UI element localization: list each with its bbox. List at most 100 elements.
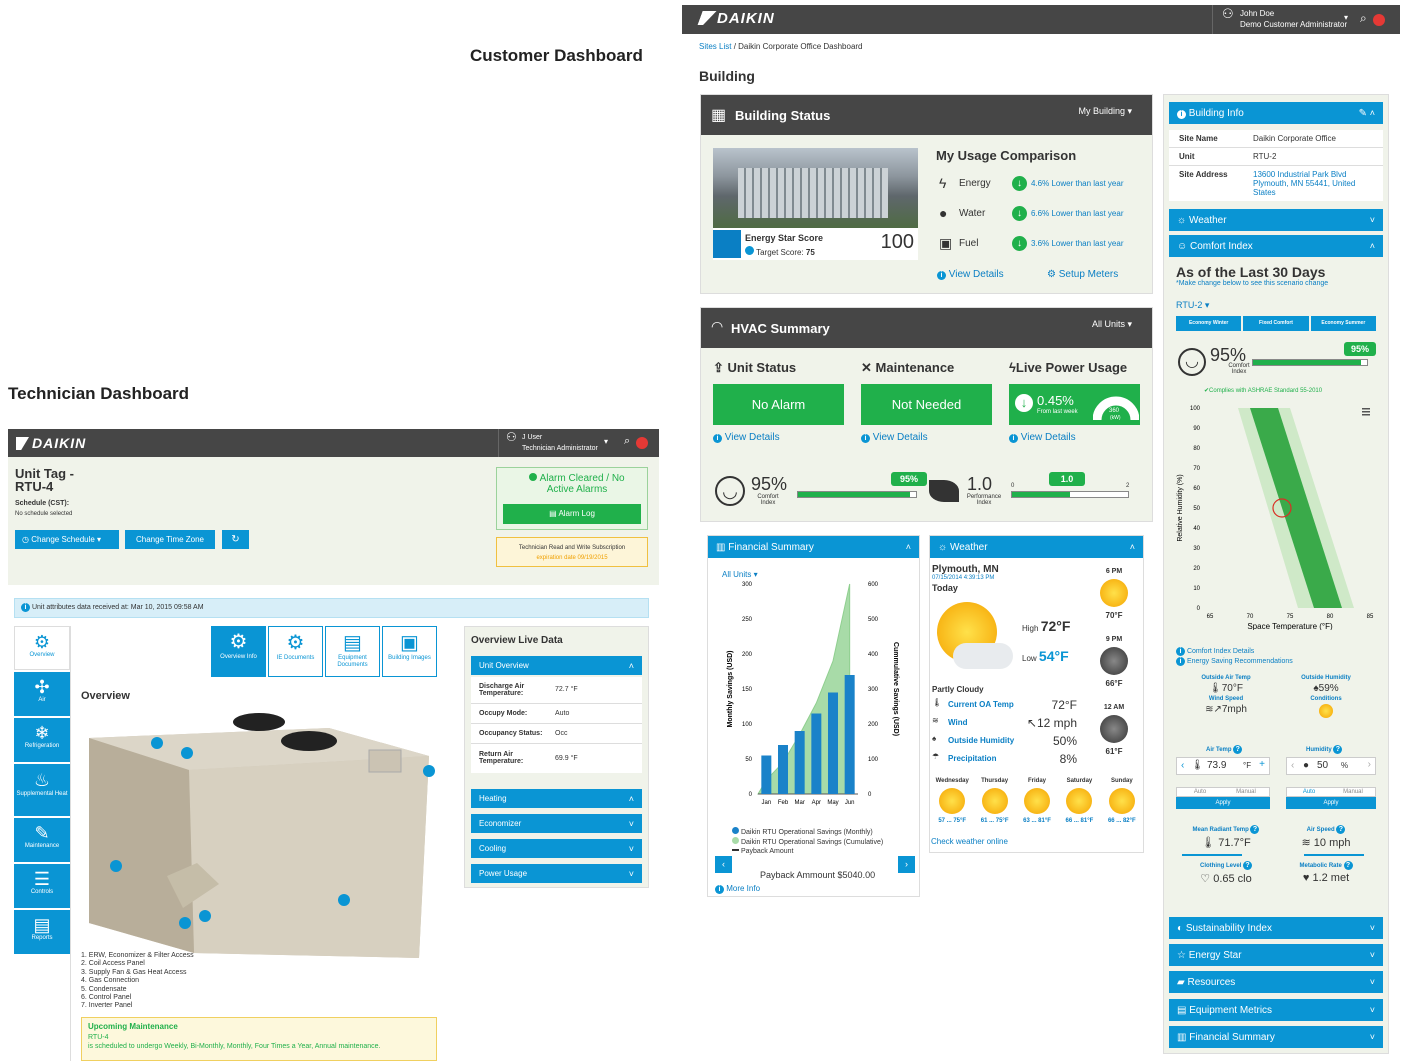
manual-toggle[interactable]: Manual (1331, 788, 1375, 796)
nav-refrigeration[interactable]: ❄ Refrigeration (14, 718, 70, 762)
financial-summary-section-header[interactable]: ▥ Financial Summary ˅ (1169, 1026, 1383, 1048)
unit-tag: Unit Tag - RTU-4 (15, 466, 74, 494)
y-tick-label: 20 (1193, 566, 1200, 572)
nav-maintenance[interactable]: ✎ Maintenance (14, 818, 70, 862)
cooling-header[interactable]: Cooling ˅ (471, 839, 642, 858)
minus-icon[interactable]: ‹ (1291, 760, 1294, 771)
auto-toggle[interactable]: Auto (1287, 788, 1331, 796)
day-item: Friday 63 ... 81°F (1023, 778, 1051, 824)
thermometer-icon: 🌡︎ (1201, 837, 1216, 849)
breadcrumb-sites-link[interactable]: Sites List (699, 42, 731, 51)
y2-tick-label: 100 (868, 757, 879, 763)
view-details-link[interactable]: i View Details (861, 432, 928, 443)
notification-badge (636, 437, 648, 449)
partly-cloudy-icon (933, 598, 1013, 678)
nav-supplemental-heat[interactable]: ♨ Supplemental Heat (14, 764, 70, 816)
notification-icon[interactable]: ⌕ (1360, 11, 1367, 26)
change-schedule-button[interactable]: ◷ Change Schedule ▾ (15, 530, 119, 549)
unit-dropdown[interactable]: RTU-2 ▾ (1176, 300, 1209, 311)
sun-icon (1024, 788, 1051, 814)
power-usage-header[interactable]: Power Usage ˅ (471, 864, 642, 883)
performance-bar (1011, 491, 1129, 498)
view-details-link[interactable]: i View Details (1009, 432, 1076, 443)
apply-button[interactable]: Apply (1176, 797, 1270, 809)
tab-economy-winter[interactable]: Economy Winter (1176, 316, 1242, 331)
manual-toggle[interactable]: Manual (1223, 788, 1269, 796)
y-tick-label: 150 (742, 687, 753, 693)
hour-item: 12 AM 61°F (1090, 704, 1138, 772)
chevron-down-icon[interactable]: ▾ (1344, 13, 1348, 22)
refresh-button[interactable]: ↻ (222, 530, 249, 549)
target-icon (745, 246, 754, 255)
sustainability-index-header[interactable]: ◐ Sustainability Index ˅ (1169, 917, 1383, 939)
minus-icon[interactable]: ‹ (1181, 760, 1184, 771)
tab-ie-documents[interactable]: ⚙ IE Documents (268, 626, 323, 677)
user-role: Technician Administrator (522, 445, 598, 452)
building-info-header[interactable]: i Building Info ✎ ˄ (1169, 102, 1383, 124)
unit-overview-header[interactable]: Unit Overview ˄ (471, 656, 642, 675)
tab-overview-info[interactable]: ⚙ Overview Info (211, 626, 266, 677)
tab-fixed-comfort[interactable]: Fixed Comfort (1243, 316, 1309, 331)
nav-air[interactable]: ✣ Air (14, 672, 70, 716)
y-tick-label: 200 (742, 652, 753, 658)
chevron-down-icon: ˅ (628, 868, 634, 879)
plus-icon[interactable]: › (1368, 759, 1371, 770)
more-info-link[interactable]: i More Info (715, 884, 760, 894)
user-name: John Doe (1240, 9, 1275, 18)
resources-header[interactable]: ▰ Resources ˅ (1169, 971, 1383, 993)
nav-controls[interactable]: ☰ Controls (14, 864, 70, 908)
auto-toggle[interactable]: Auto (1177, 788, 1223, 796)
energy-star-label: Energy Star Score (745, 233, 824, 243)
air-temp-stepper[interactable]: ‹ 🌡︎ 73.9 °F + (1176, 757, 1270, 775)
my-building-dropdown[interactable]: My Building ▾ (1078, 106, 1132, 117)
sun-icon (1066, 788, 1093, 814)
live-power-tile[interactable]: ↓ 0.45% From last week 360 (kW) (1009, 384, 1140, 425)
notification-icon[interactable]: ⌕ (624, 435, 630, 448)
all-units-dropdown[interactable]: All Units ▾ (1092, 319, 1132, 330)
x-tick-label: Jan (761, 800, 771, 806)
leaf-icon (929, 480, 959, 502)
nav-reports[interactable]: ▤ Reports (14, 910, 70, 954)
weather-header[interactable]: ☼ Weather ˄ (930, 536, 1143, 558)
daily-forecast: Wednesday 57 ... 75°F Thursday 61 ... 75°F… (931, 778, 1143, 824)
bar (794, 731, 805, 794)
tab-equipment-documents[interactable]: ▤ Equipment Documents (325, 626, 380, 677)
humidity-stepper[interactable]: ‹ ● 50 % › (1286, 757, 1376, 775)
energy-star-header[interactable]: ☆ Energy Star ˅ (1169, 944, 1383, 966)
economizer-header[interactable]: Economizer ˅ (471, 814, 642, 833)
weather-section-header[interactable]: ☼ Weather ˅ (1169, 209, 1383, 231)
chevron-down-icon[interactable]: ▾ (604, 437, 608, 446)
nav-overview[interactable]: ⚙ Overview (14, 626, 70, 670)
comfort-index-header[interactable]: ☺ Comfort Index ˄ (1169, 235, 1383, 257)
view-details-link[interactable]: i View Details (713, 432, 780, 443)
down-arrow-icon: ↓ (1012, 176, 1027, 191)
technician-main: ⚙ Overview Info ⚙ IE Documents ▤ Equipment … (70, 626, 455, 1061)
prev-button[interactable]: ‹ (715, 856, 732, 873)
change-time-zone-button[interactable]: Change Time Zone (125, 530, 215, 549)
smile-icon: ☺ (1177, 240, 1188, 252)
weather-today: Today (932, 583, 958, 593)
tab-economy-summer[interactable]: Economy Summer (1310, 316, 1376, 331)
user-menu[interactable]: ⚇ J User Technician Administrator (506, 431, 598, 454)
user-menu[interactable]: ⚇ John Doe Demo Customer Administrator (1222, 7, 1347, 30)
comfort-details-link[interactable]: i Comfort Index Details (1176, 647, 1293, 657)
snowflake-icon: ❄ (34, 723, 50, 743)
energy-recommendations-link[interactable]: i Energy Saving Recommendations (1176, 657, 1293, 667)
apply-button[interactable]: Apply (1286, 797, 1376, 809)
no-alarm-tile[interactable]: No Alarm (713, 384, 844, 425)
financial-summary-header[interactable]: ▥ Financial Summary ˄ (708, 536, 919, 558)
view-details-link[interactable]: i View Details (937, 269, 1004, 280)
plus-icon[interactable]: + (1259, 759, 1265, 770)
heating-header[interactable]: Heating ˄ (471, 789, 642, 808)
alarm-log-button[interactable]: ▤ Alarm Log (503, 504, 641, 524)
next-button[interactable]: › (898, 856, 915, 873)
tab-building-images[interactable]: ▣ Building Images (382, 626, 437, 677)
all-units-dropdown[interactable]: All Units ▾ (722, 570, 758, 579)
pencil-icon[interactable]: ✎ (1359, 108, 1367, 119)
not-needed-tile[interactable]: Not Needed (861, 384, 992, 425)
equipment-metrics-header[interactable]: ▤ Equipment Metrics ˅ (1169, 999, 1383, 1021)
subscription-text: Technician Read and Write Subscription (518, 545, 626, 551)
document-icon: ▤ (33, 915, 51, 935)
setup-meters-link[interactable]: ⚙ Setup Meters (1047, 269, 1118, 280)
check-weather-link[interactable]: Check weather online (931, 837, 1008, 846)
